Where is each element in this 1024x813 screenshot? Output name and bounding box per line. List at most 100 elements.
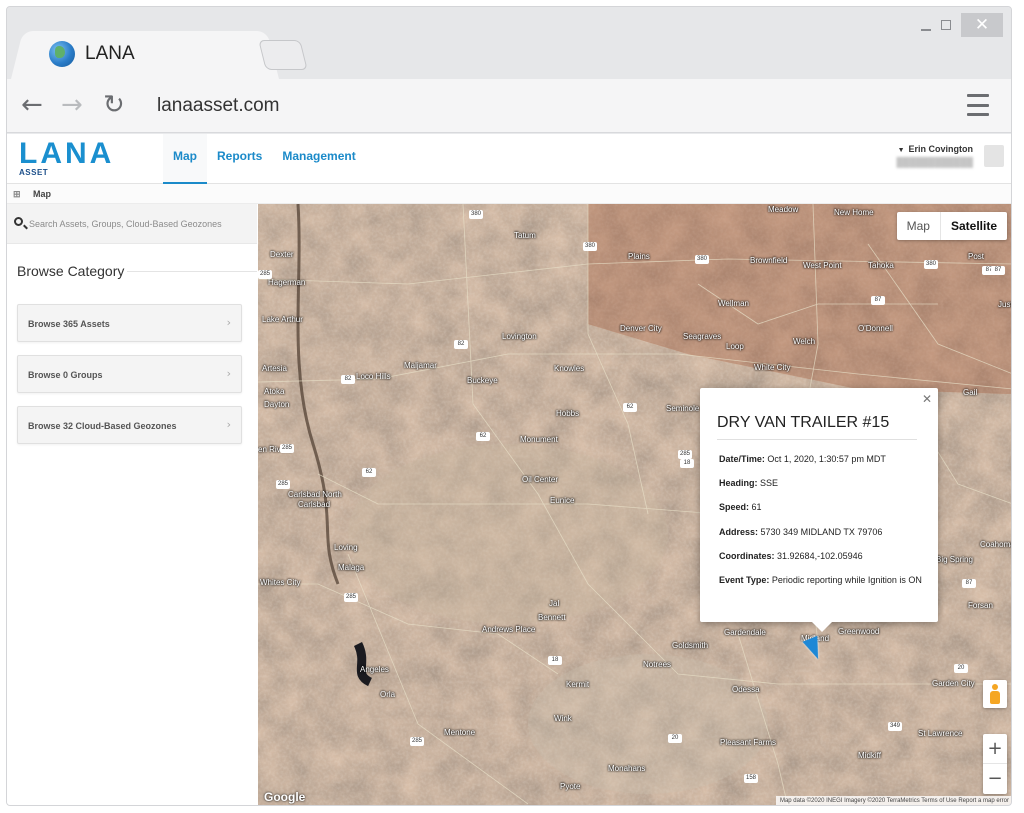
lana-logo[interactable]: LANA ASSET — [19, 137, 115, 178]
map-place-label: Dexter — [270, 250, 294, 259]
close-icon[interactable]: ✕ — [961, 13, 1003, 37]
map-place-label: Loco Hills — [356, 372, 391, 381]
map-place-label: Plains — [628, 252, 650, 261]
map-place-label: Tatum — [514, 231, 536, 240]
popup-label: Date/Time: — [719, 454, 765, 464]
map-place-label: Seagraves — [683, 332, 722, 341]
map-place-label: Angeles — [360, 665, 389, 674]
map-place-label: Lovington — [502, 332, 537, 341]
breadcrumb-map[interactable]: Map — [33, 189, 51, 199]
window-controls: ✕ — [921, 13, 1003, 37]
user-menu[interactable]: ▼ Erin Covington ████████████ — [896, 144, 973, 167]
popup-label: Heading: — [719, 478, 758, 488]
highway-shield: 62 — [476, 432, 490, 441]
map-place-label: Dayton — [264, 400, 290, 409]
highway-shield: 285 — [344, 593, 358, 602]
highway-shield: 20 — [954, 664, 968, 673]
caret-down-icon: ▼ — [897, 147, 905, 154]
map-place-label: Bennett — [538, 613, 566, 622]
highway-shield: 20 — [668, 734, 682, 743]
tab-map[interactable]: Map — [163, 134, 207, 184]
chevron-right-icon: › — [226, 418, 231, 431]
highway-shield: 87 — [991, 266, 1005, 275]
map-place-label: Brownfield — [750, 256, 788, 265]
highway-shield: 18 — [680, 459, 694, 468]
zoom-in-button[interactable]: + — [983, 734, 1007, 764]
highway-shield: 285 — [678, 450, 692, 459]
divider — [127, 271, 257, 272]
highway-shield: 82 — [454, 340, 468, 349]
search-icon — [14, 217, 23, 226]
avatar[interactable] — [984, 145, 1004, 167]
map-place-label: Knowles — [554, 364, 585, 373]
app-page: LANA ASSET Map Reports Management ▼ Erin … — [7, 134, 1012, 805]
url-text[interactable]: lanaasset.com — [157, 95, 280, 117]
breadcrumb: ⊞ Map — [7, 184, 1011, 204]
tab-management[interactable]: Management — [272, 134, 365, 184]
popup-row-speed: Speed: 61 — [719, 502, 762, 512]
map-place-label: Eunice — [550, 496, 575, 505]
close-icon[interactable]: ✕ — [922, 392, 932, 406]
hamburger-menu-icon[interactable] — [967, 94, 989, 116]
logo-main-text: LANA — [19, 137, 115, 170]
map-place-label: Garden City — [932, 679, 975, 688]
popup-row-datetime: Date/Time: Oct 1, 2020, 1:30:57 pm MDT — [719, 454, 886, 464]
tab-reports[interactable]: Reports — [207, 134, 272, 184]
popup-label: Event Type: — [719, 575, 770, 585]
highway-shield: 62 — [362, 468, 376, 477]
map-place-label: West Point — [803, 261, 842, 270]
map-place-label: Coahoma — [980, 540, 1012, 549]
map-place-label: Wink — [554, 714, 572, 723]
popup-value: 61 — [751, 502, 762, 512]
highway-shield: 380 — [469, 210, 483, 219]
map-place-label: Carlsbad North — [288, 490, 342, 499]
map-place-label: Notrees — [643, 660, 672, 669]
highway-shield: 285 — [280, 444, 294, 453]
map-attribution[interactable]: Map data ©2020 INEGI Imagery ©2020 Terra… — [775, 796, 1011, 805]
map-place-label: Big Spring — [936, 555, 973, 564]
map-place-label: Greenwood — [838, 627, 880, 636]
map-type-map-button[interactable]: Map — [897, 212, 940, 240]
highway-shield: 158 — [744, 774, 758, 783]
browse-assets-button[interactable]: Browse 365 Assets › — [17, 304, 242, 342]
highway-shield: 349 — [888, 722, 902, 731]
asset-info-popup: ✕ DRY VAN TRAILER #15 Date/Time: Oct 1, … — [700, 388, 938, 632]
map-place-label: Post — [968, 252, 985, 261]
map-place-label: New Home — [834, 208, 874, 217]
globe-icon — [49, 41, 75, 67]
app-header: LANA ASSET Map Reports Management ▼ Erin … — [7, 134, 1011, 184]
map-place-label: Seminole — [666, 404, 700, 413]
zoom-control: + − — [983, 734, 1007, 794]
sidebar: Browse Category Browse 365 Assets › Brow… — [7, 204, 257, 805]
map-type-satellite-button[interactable]: Satellite — [939, 212, 1007, 240]
search-input[interactable] — [29, 214, 249, 234]
browse-geozones-button[interactable]: Browse 32 Cloud-Based Geozones › — [17, 406, 242, 444]
map-view[interactable]: Meadow New Home Tatum Dexter Plains Brow… — [258, 204, 1012, 805]
zoom-out-button[interactable]: − — [983, 764, 1007, 794]
map-place-label: Meadow — [768, 205, 799, 214]
map-place-label: Monument — [520, 435, 558, 444]
browser-tab[interactable]: LANA — [25, 31, 265, 79]
minimize-icon[interactable] — [921, 29, 931, 31]
popup-row-coordinates: Coordinates: 31.92684,-102.05946 — [719, 551, 863, 561]
search-bar — [7, 204, 257, 244]
highway-shield: 87 — [962, 579, 976, 588]
popup-value: Periodic reporting while Ignition is ON — [771, 575, 922, 585]
back-arrow-icon[interactable]: ← — [21, 91, 43, 119]
maximize-icon[interactable] — [941, 20, 951, 30]
reload-icon[interactable]: ↻ — [103, 91, 125, 119]
map-place-label: Maljamar — [404, 361, 437, 370]
popup-value: Oct 1, 2020, 1:30:57 pm MDT — [767, 454, 886, 464]
map-place-label: Kermit — [566, 680, 590, 689]
highway-shield: 285 — [410, 737, 424, 746]
chevron-right-icon: › — [226, 316, 231, 329]
browse-groups-button[interactable]: Browse 0 Groups › — [17, 355, 242, 393]
forward-arrow-icon[interactable]: → — [61, 91, 83, 119]
map-place-label: Denver City — [620, 324, 662, 333]
highway-shield: 285 — [276, 480, 290, 489]
map-place-label: Hobbs — [556, 409, 580, 418]
street-view-pegman-icon[interactable] — [983, 680, 1007, 708]
popup-title: DRY VAN TRAILER #15 — [717, 414, 890, 431]
new-tab-button[interactable] — [258, 40, 308, 70]
popup-value: 31.92684,-102.05946 — [777, 551, 863, 561]
